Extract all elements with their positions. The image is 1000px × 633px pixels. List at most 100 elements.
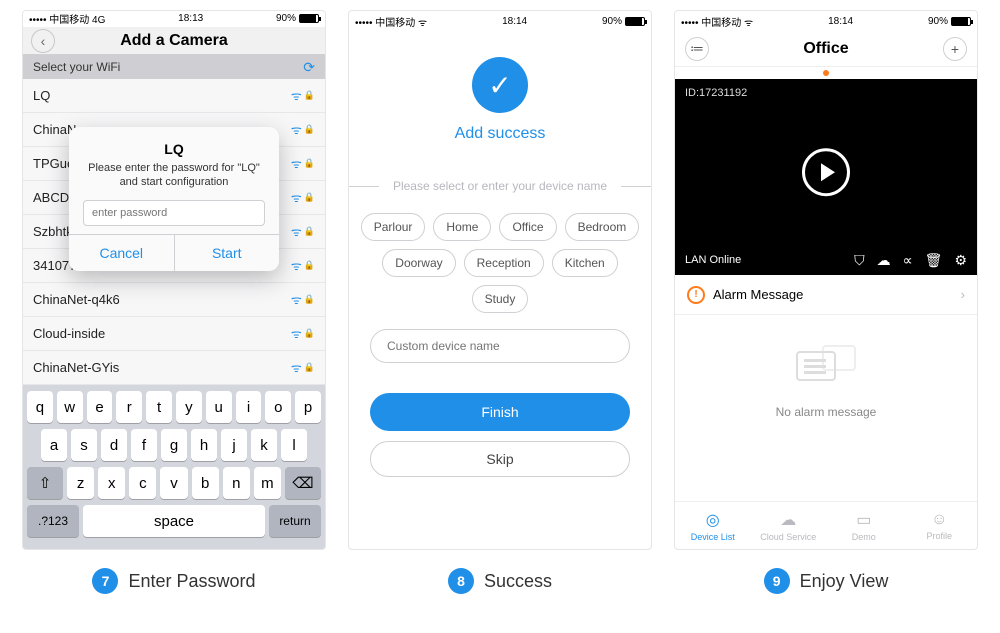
key-b[interactable]: b (192, 467, 219, 499)
key-f[interactable]: f (131, 429, 157, 461)
key-a[interactable]: a (41, 429, 67, 461)
key-r[interactable]: r (116, 391, 142, 423)
key-m[interactable]: m (254, 467, 281, 499)
wifi-icon: ᯤ🔒 (291, 257, 315, 274)
chip-parlour[interactable]: Parlour (361, 213, 426, 241)
chip-study[interactable]: Study (472, 285, 529, 313)
skip-button[interactable]: Skip (370, 441, 630, 477)
battery-pct: 90% (928, 16, 948, 27)
key-h[interactable]: h (191, 429, 217, 461)
key-x[interactable]: x (98, 467, 125, 499)
key-p[interactable]: p (295, 391, 321, 423)
key-z[interactable]: z (67, 467, 94, 499)
tab-label: Profile (926, 531, 952, 541)
clock: 18:14 (828, 16, 853, 27)
wifi-row[interactable]: LQᯤ🔒 (23, 79, 325, 113)
finish-button[interactable]: Finish (370, 393, 630, 431)
alarm-message-row[interactable]: ! Alarm Message › (675, 275, 977, 315)
start-button[interactable]: Start (174, 235, 280, 271)
lock-icon: 🔒 (304, 294, 315, 305)
password-dialog: LQ Please enter the password for "LQ" an… (69, 127, 279, 271)
wifi-name: LQ (33, 88, 50, 103)
chip-home[interactable]: Home (433, 213, 491, 241)
play-icon[interactable] (802, 148, 850, 196)
dot-icon (823, 70, 829, 76)
key-q[interactable]: q (27, 391, 53, 423)
success-check-icon: ✓ (472, 57, 528, 113)
chip-bedroom[interactable]: Bedroom (565, 213, 640, 241)
wifi-name: Szbhtk (33, 224, 73, 239)
add-button[interactable]: + (943, 37, 967, 61)
menu-icon[interactable]: ≔ (685, 37, 709, 61)
key-e[interactable]: e (87, 391, 113, 423)
caption-text: Enjoy View (800, 571, 889, 592)
key-shift[interactable]: ⇧ (27, 467, 63, 499)
key-t[interactable]: t (146, 391, 172, 423)
wifi-section-header: Select your WiFi ⟳ (23, 55, 325, 79)
wifi-name: Cloud-inside (33, 326, 105, 341)
video-preview[interactable]: ID:17231192 LAN Online ⛉ ☁ ∝ 🗑 ⚙ (675, 79, 977, 275)
trash-icon[interactable]: 🗑 (925, 252, 943, 269)
chip-reception[interactable]: Reception (464, 249, 544, 277)
key-n[interactable]: n (223, 467, 250, 499)
key-numbers[interactable]: .?123 (27, 505, 79, 537)
key-d[interactable]: d (101, 429, 127, 461)
wifi-icon: ᯤ🔒 (291, 155, 315, 172)
cancel-button[interactable]: Cancel (69, 235, 174, 271)
key-s[interactable]: s (71, 429, 97, 461)
success-title: Add success (455, 125, 546, 143)
tab-device-list[interactable]: ◎Device List (675, 502, 751, 549)
wifi-name: TPGue (33, 156, 74, 171)
tab-profile[interactable]: ☺Profile (902, 502, 978, 549)
caption-8: 8Success (348, 568, 652, 594)
key-w[interactable]: w (57, 391, 83, 423)
empty-text: No alarm message (776, 405, 877, 419)
key-y[interactable]: y (176, 391, 202, 423)
chip-office[interactable]: Office (499, 213, 556, 241)
wifi-icon: ᯤ🔒 (291, 359, 315, 376)
tab-label: Cloud Service (760, 532, 816, 542)
key-l[interactable]: l (281, 429, 307, 461)
key-return[interactable]: return (269, 505, 321, 537)
shield-icon[interactable]: ⛉ (854, 252, 865, 269)
step-captions: 7Enter Password 8Success 9Enjoy View (0, 550, 1000, 594)
cloud-icon: ☁ (780, 510, 796, 530)
wifi-row[interactable]: ChinaNet-q4k6ᯤ🔒 (23, 283, 325, 317)
gear-icon[interactable]: ⚙ (954, 252, 967, 269)
battery-pct: 90% (276, 13, 296, 24)
refresh-icon[interactable]: ⟳ (303, 59, 315, 76)
key-j[interactable]: j (221, 429, 247, 461)
caption-7: 7Enter Password (22, 568, 326, 594)
cloud-icon[interactable]: ☁ (877, 252, 891, 269)
status-bar: ••••• 中国移动 ᯤ 18:14 90% (349, 11, 651, 31)
keyboard: qwertyuiop asdfghjkl ⇧ zxcvbnm ⌫ .?123 s… (23, 385, 325, 549)
key-v[interactable]: v (160, 467, 187, 499)
share-icon[interactable]: ∝ (903, 252, 913, 269)
lock-icon: 🔒 (304, 90, 315, 101)
dialog-title: LQ (83, 141, 265, 157)
empty-state: No alarm message (675, 315, 977, 501)
tab-cloud-service[interactable]: ☁ Cloud Service (751, 502, 827, 549)
key-g[interactable]: g (161, 429, 187, 461)
chip-doorway[interactable]: Doorway (382, 249, 455, 277)
device-name-chips: Parlour Home Office Bedroom Doorway Rece… (349, 213, 651, 313)
password-input[interactable] (83, 200, 265, 226)
key-backspace[interactable]: ⌫ (285, 467, 321, 499)
tab-demo[interactable]: ▭Demo (826, 502, 902, 549)
carrier-label: ••••• 中国移动 ᯤ (681, 14, 753, 29)
key-space[interactable]: space (83, 505, 265, 537)
key-u[interactable]: u (206, 391, 232, 423)
video-icon: ▭ (856, 510, 871, 530)
key-i[interactable]: i (236, 391, 262, 423)
wifi-row[interactable]: ChinaNet-GYis ᯤ🔒 (23, 351, 325, 385)
key-k[interactable]: k (251, 429, 277, 461)
wifi-name: ChinaNet-GYis (33, 360, 119, 375)
custom-name-input[interactable] (370, 329, 630, 363)
tab-label: Device List (691, 532, 735, 542)
phone-enjoy-view: ••••• 中国移动 ᯤ 18:14 90% ≔ Office + ID:172… (674, 10, 978, 550)
wifi-row[interactable]: Cloud-insideᯤ🔒 (23, 317, 325, 351)
chip-kitchen[interactable]: Kitchen (552, 249, 618, 277)
back-button[interactable]: ‹ (31, 29, 55, 53)
key-o[interactable]: o (265, 391, 291, 423)
key-c[interactable]: c (129, 467, 156, 499)
